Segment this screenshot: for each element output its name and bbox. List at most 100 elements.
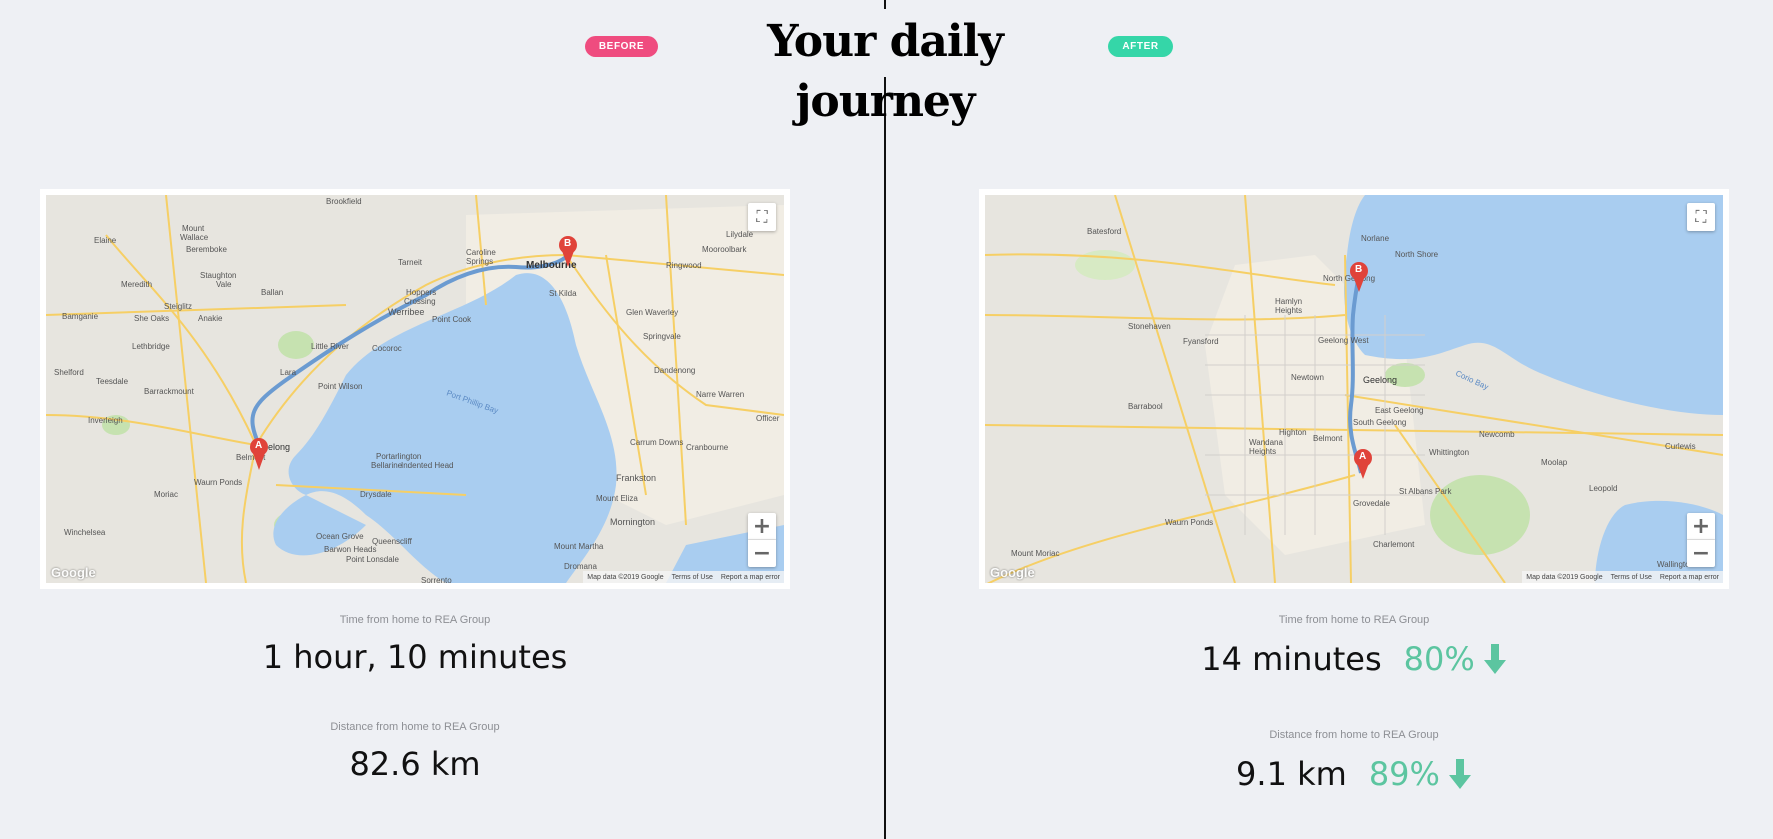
svg-text:Mount Moriac: Mount Moriac [1011, 549, 1059, 558]
svg-text:Lethbridge: Lethbridge [132, 342, 170, 351]
svg-text:Cocoroc: Cocoroc [372, 344, 402, 353]
fullscreen-icon: ⛶ [756, 207, 768, 226]
svg-text:Hamlyn: Hamlyn [1275, 297, 1302, 306]
svg-text:Cranbourne: Cranbourne [686, 443, 729, 452]
svg-text:Geelong: Geelong [1363, 375, 1397, 385]
report-link[interactable]: Report a map error [1660, 574, 1719, 581]
after-time-value: 14 minutes 80% [979, 640, 1729, 678]
zoom-in-button[interactable]: + [748, 513, 776, 540]
report-link[interactable]: Report a map error [721, 574, 780, 581]
before-time-label: Time from home to REA Group [339, 614, 491, 626]
svg-text:Point Cook: Point Cook [432, 315, 472, 324]
svg-text:Wallace: Wallace [180, 233, 209, 242]
svg-text:South Geelong: South Geelong [1353, 418, 1406, 427]
down-arrow-icon [1483, 644, 1506, 674]
before-map-card: Brookfield Mount Wallace Elaine Berembok… [40, 189, 790, 589]
after-distance-label: Distance from home to REA Group [1269, 729, 1439, 741]
distance-change-percent: 89% [1368, 755, 1440, 793]
plus-icon: + [1691, 513, 1711, 539]
svg-text:Springs: Springs [466, 257, 493, 266]
svg-text:Fyansford: Fyansford [1183, 337, 1219, 346]
page-title: Your daily journey [767, 16, 1004, 127]
minus-icon: − [1691, 541, 1711, 566]
svg-text:Steiglitz: Steiglitz [164, 302, 192, 311]
before-distance-label: Distance from home to REA Group [330, 721, 500, 733]
svg-text:Belmont: Belmont [1313, 434, 1343, 443]
svg-text:Charlemont: Charlemont [1373, 540, 1415, 549]
svg-text:Heights: Heights [1275, 306, 1302, 315]
svg-text:Caroline: Caroline [466, 248, 496, 257]
svg-text:Heights: Heights [1249, 447, 1276, 456]
plus-icon: + [752, 513, 772, 539]
svg-text:Whittington: Whittington [1429, 448, 1469, 457]
svg-text:Indented Head: Indented Head [401, 461, 454, 470]
svg-text:Sorrento: Sorrento [421, 576, 452, 583]
before-distance-value: 82.6 km [40, 745, 790, 783]
google-logo: Google [51, 565, 96, 580]
fullscreen-button[interactable]: ⛶ [1687, 203, 1715, 231]
down-arrow-icon [1448, 759, 1471, 789]
after-distance-value: 9.1 km 89% [979, 755, 1729, 793]
svg-text:Carrum Downs: Carrum Downs [630, 438, 683, 447]
svg-text:Geelong West: Geelong West [1318, 336, 1369, 345]
svg-text:She Oaks: She Oaks [134, 314, 169, 323]
map-data-text: Map data ©2019 Google [587, 573, 664, 581]
svg-text:Winchelsea: Winchelsea [64, 528, 106, 537]
svg-text:Newtown: Newtown [1291, 373, 1324, 382]
before-time-text: 1 hour, 10 minutes [262, 638, 568, 676]
svg-text:Anakie: Anakie [198, 314, 223, 323]
svg-text:Mount Martha: Mount Martha [554, 542, 604, 551]
marker-b-label: B [1355, 264, 1363, 275]
svg-text:Stonehaven: Stonehaven [1128, 322, 1171, 331]
before-distance-text: 82.6 km [349, 745, 481, 783]
svg-text:Grovedale: Grovedale [1353, 499, 1390, 508]
svg-text:Bamganie: Bamganie [62, 312, 99, 321]
before-map-canvas: Brookfield Mount Wallace Elaine Berembok… [46, 195, 784, 583]
after-time-text: 14 minutes [1201, 640, 1382, 678]
minus-icon: − [752, 541, 772, 566]
svg-text:Dromana: Dromana [564, 562, 597, 571]
svg-text:Point Lonsdale: Point Lonsdale [346, 555, 399, 564]
svg-text:Bellarine: Bellarine [371, 461, 403, 470]
google-logo: Google [990, 565, 1035, 580]
svg-text:Brookfield: Brookfield [326, 197, 362, 206]
before-time-value: 1 hour, 10 minutes [40, 638, 790, 676]
svg-text:Lara: Lara [280, 368, 297, 377]
svg-text:Shelford: Shelford [54, 368, 84, 377]
time-change-percent: 80% [1403, 640, 1475, 678]
fullscreen-icon: ⛶ [1695, 207, 1707, 226]
svg-text:Barrabool: Barrabool [1128, 402, 1163, 411]
svg-text:Lilydale: Lilydale [726, 230, 754, 239]
svg-text:Highton: Highton [1279, 428, 1307, 437]
distance-change-badge: 89% [1369, 755, 1472, 793]
svg-text:Springvale: Springvale [643, 332, 681, 341]
fullscreen-button[interactable]: ⛶ [748, 203, 776, 231]
terms-link[interactable]: Terms of Use [1611, 574, 1652, 581]
after-map[interactable]: Batesford Norlane North Shore North Geel… [985, 195, 1723, 583]
zoom-out-button[interactable]: − [748, 540, 776, 567]
svg-text:Leopold: Leopold [1589, 484, 1617, 493]
after-time-label: Time from home to REA Group [1278, 614, 1430, 626]
svg-text:Norlane: Norlane [1361, 234, 1390, 243]
svg-text:Meredith: Meredith [121, 280, 152, 289]
svg-text:Officer: Officer [756, 414, 780, 423]
svg-text:Wandana: Wandana [1249, 438, 1284, 447]
terms-link[interactable]: Terms of Use [672, 574, 713, 581]
svg-text:Ringwood: Ringwood [666, 261, 702, 270]
before-map[interactable]: Brookfield Mount Wallace Elaine Berembok… [46, 195, 784, 583]
svg-text:Dandenong: Dandenong [654, 366, 695, 375]
svg-text:Staughton: Staughton [200, 271, 236, 280]
svg-text:Batesford: Batesford [1087, 227, 1121, 236]
svg-text:Barwon Heads: Barwon Heads [324, 545, 376, 554]
svg-text:Teesdale: Teesdale [96, 377, 129, 386]
zoom-in-button[interactable]: + [1687, 513, 1715, 540]
marker-b-label: B [564, 238, 572, 249]
svg-text:Newcomb: Newcomb [1479, 430, 1515, 439]
after-map-canvas: Batesford Norlane North Shore North Geel… [985, 195, 1723, 583]
svg-text:St Albans Park: St Albans Park [1399, 487, 1452, 496]
svg-text:Elaine: Elaine [94, 236, 117, 245]
map-attribution: Map data ©2019 Google Terms of Use Repor… [1522, 571, 1723, 583]
svg-text:Barrackmount: Barrackmount [144, 387, 195, 396]
svg-text:Mooroolbark: Mooroolbark [702, 245, 747, 254]
zoom-out-button[interactable]: − [1687, 540, 1715, 567]
